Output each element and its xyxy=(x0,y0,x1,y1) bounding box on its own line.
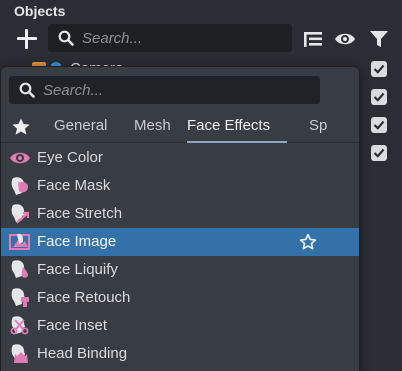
object-visibility-checkbox[interactable] xyxy=(371,61,387,77)
eye-color-icon xyxy=(10,152,30,164)
objects-search-box[interactable] xyxy=(48,24,292,52)
tab-sp[interactable]: Sp xyxy=(309,117,327,143)
list-item-face-image[interactable]: Face Image xyxy=(1,228,359,256)
favorites-star-icon[interactable] xyxy=(11,117,31,137)
filter-icon[interactable] xyxy=(368,28,390,50)
list-item-label: Face Retouch xyxy=(37,289,131,306)
list-item-label: Face Mask xyxy=(37,177,111,194)
head-binding-icon xyxy=(11,344,28,363)
list-item-label: Face Liquify xyxy=(37,261,118,278)
popup-search-input[interactable] xyxy=(43,76,314,104)
face-mask-icon xyxy=(11,177,28,195)
list-item-head-binding[interactable]: Head Binding xyxy=(1,340,359,368)
face-image-icon xyxy=(9,233,30,250)
face-inset-icon xyxy=(10,316,29,335)
popup-search-box[interactable] xyxy=(9,76,320,104)
eye-icon[interactable] xyxy=(334,28,356,50)
list-item-label: Face Inset xyxy=(37,317,108,334)
panel-title: Objects xyxy=(14,3,66,19)
objects-search-input[interactable] xyxy=(82,24,286,52)
tab-mesh[interactable]: Mesh xyxy=(134,117,171,143)
search-icon xyxy=(58,30,74,46)
list-item-face-inset[interactable]: Face Inset xyxy=(1,312,359,340)
tab-face-effects[interactable]: Face Effects xyxy=(187,117,287,143)
list-item-label: Face Stretch xyxy=(37,205,123,222)
check-icon xyxy=(373,64,385,74)
check-icon xyxy=(373,148,385,158)
list-item-label: Face Image xyxy=(37,233,117,250)
tab-general[interactable]: General xyxy=(54,117,107,143)
category-tabs: General Mesh Face Effects Sp xyxy=(1,111,359,143)
object-visibility-checkbox[interactable] xyxy=(371,145,387,161)
list-item-label: Eye Color xyxy=(37,149,103,166)
check-icon xyxy=(373,120,385,130)
objects-toolbar xyxy=(0,22,402,56)
list-item-face-liquify[interactable]: Face Liquify xyxy=(1,256,359,284)
object-visibility-checkbox[interactable] xyxy=(371,89,387,105)
list-item-face-mask[interactable]: Face Mask xyxy=(1,172,359,200)
favorite-star-icon[interactable] xyxy=(299,233,317,251)
face-liquify-icon xyxy=(11,260,28,278)
face-stretch-icon xyxy=(11,204,30,224)
list-item-face-retouch[interactable]: Face Retouch xyxy=(1,284,359,312)
add-object-popup: General Mesh Face Effects Sp Eye Color F… xyxy=(0,66,360,371)
list-item-eye-color[interactable]: Eye Color xyxy=(1,144,359,172)
object-visibility-checkbox[interactable] xyxy=(371,117,387,133)
effect-list: Eye Color Face Mask Face Stretch Face Im… xyxy=(1,144,359,368)
check-icon xyxy=(373,92,385,102)
list-item-label: Head Binding xyxy=(37,345,128,362)
tab-face-effects-label: Face Effects xyxy=(187,117,271,134)
search-icon xyxy=(19,82,35,98)
add-object-button[interactable] xyxy=(14,26,40,52)
list-icon[interactable] xyxy=(302,28,324,50)
face-retouch-icon xyxy=(11,288,29,307)
list-item-face-stretch[interactable]: Face Stretch xyxy=(1,200,359,228)
